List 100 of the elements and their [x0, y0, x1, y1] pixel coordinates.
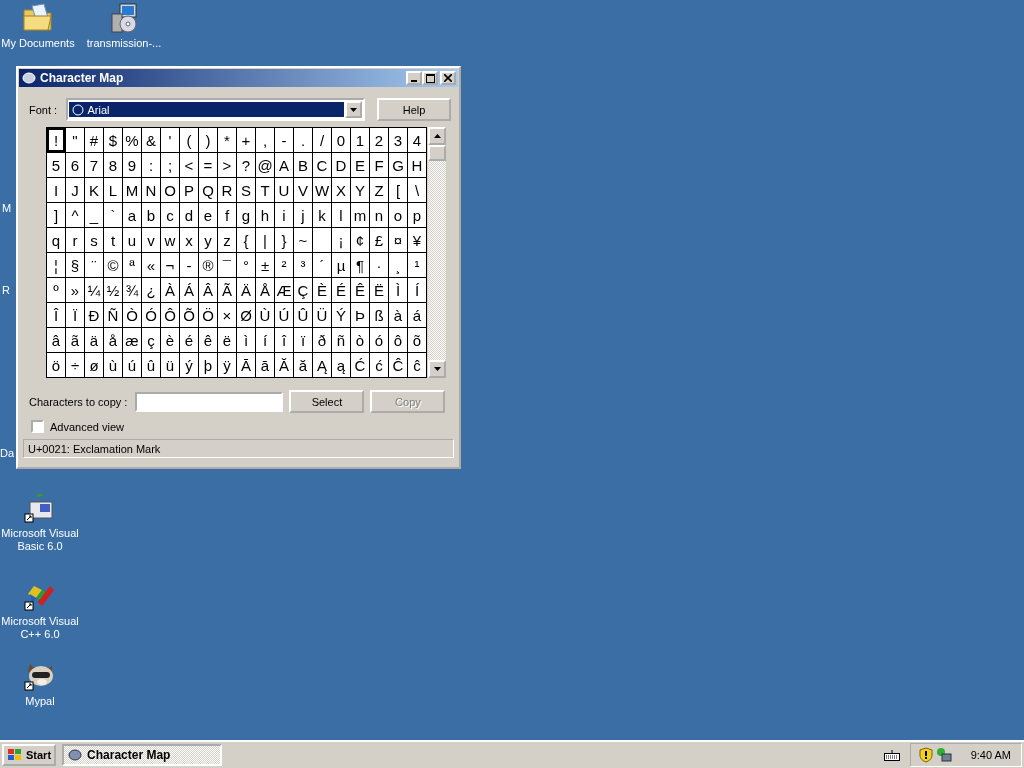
character-cell[interactable]: 5 [47, 153, 65, 177]
character-cell[interactable]: § [66, 253, 84, 277]
character-cell[interactable]: _ [85, 203, 103, 227]
character-cell[interactable]: J [66, 178, 84, 202]
character-cell[interactable]: é [180, 328, 198, 352]
character-cell[interactable]: n [370, 203, 388, 227]
character-cell[interactable]: ` [104, 203, 122, 227]
character-cell[interactable]: Q [199, 178, 217, 202]
character-cell[interactable]: ª [123, 253, 141, 277]
icon-label[interactable]: Microsoft Visual C++ 6.0 [0, 615, 80, 641]
character-cell[interactable]: £ [370, 228, 388, 252]
character-cell[interactable]: Ç [294, 278, 312, 302]
character-cell[interactable]: H [408, 153, 426, 177]
character-cell[interactable]: ë [218, 328, 236, 352]
character-cell[interactable]: C [313, 153, 331, 177]
character-cell[interactable]: Ä [237, 278, 255, 302]
character-cell[interactable]: Ü [313, 303, 331, 327]
character-cell[interactable]: ĉ [408, 353, 426, 377]
character-cell[interactable]: Ð [85, 303, 103, 327]
icon-label[interactable]: R [2, 284, 10, 297]
character-cell[interactable]: × [218, 303, 236, 327]
character-cell[interactable]: á [408, 303, 426, 327]
character-cell[interactable]: ß [370, 303, 388, 327]
character-cell[interactable]: Ĉ [389, 353, 407, 377]
character-cell[interactable]: Û [294, 303, 312, 327]
character-cell[interactable]: i [275, 203, 293, 227]
character-cell[interactable]: ¼ [85, 278, 103, 302]
character-cell[interactable]: A [275, 153, 293, 177]
character-cell[interactable]: K [85, 178, 103, 202]
character-cell[interactable]: Þ [351, 303, 369, 327]
character-cell[interactable]: x [180, 228, 198, 252]
character-cell[interactable]: > [218, 153, 236, 177]
character-cell[interactable]: X [332, 178, 350, 202]
character-cell[interactable]: ~ [294, 228, 312, 252]
character-cell[interactable]: ( [180, 128, 198, 152]
character-cell[interactable]: Õ [180, 303, 198, 327]
character-cell[interactable]: = [199, 153, 217, 177]
character-cell[interactable]: Ò [123, 303, 141, 327]
character-cell[interactable]: ° [237, 253, 255, 277]
character-cell[interactable]: ü [161, 353, 179, 377]
character-cell[interactable]: | [256, 228, 274, 252]
advanced-view-label[interactable]: Advanced view [50, 420, 124, 433]
character-cell[interactable]: ÿ [218, 353, 236, 377]
character-cell[interactable]: & [142, 128, 160, 152]
character-cell[interactable]: e [199, 203, 217, 227]
character-cell[interactable]: ¶ [351, 253, 369, 277]
character-cell[interactable]: à [389, 303, 407, 327]
character-cell[interactable]: Ć [351, 353, 369, 377]
character-cell[interactable]: ¥ [408, 228, 426, 252]
character-cell[interactable]: ? [237, 153, 255, 177]
character-cell[interactable]: L [104, 178, 122, 202]
character-cell[interactable]: D [332, 153, 350, 177]
scroll-down-icon[interactable] [433, 367, 441, 371]
character-cell[interactable]: ± [256, 253, 274, 277]
maximize-button[interactable] [422, 71, 438, 85]
character-cell[interactable]: M [123, 178, 141, 202]
character-cell[interactable]: è [161, 328, 179, 352]
icon-label[interactable]: M [2, 202, 12, 215]
character-cell[interactable]: 2 [370, 128, 388, 152]
character-cell[interactable]: + [237, 128, 255, 152]
character-cell[interactable]: , [256, 128, 274, 152]
character-cell[interactable]: c [161, 203, 179, 227]
character-cell[interactable]: r [66, 228, 84, 252]
character-cell[interactable]: ø [85, 353, 103, 377]
character-cell[interactable]: g [237, 203, 255, 227]
character-cell[interactable]: ñ [332, 328, 350, 352]
character-cell[interactable]: Â [199, 278, 217, 302]
character-cell[interactable]: ¾ [123, 278, 141, 302]
start-button[interactable]: Start [2, 744, 57, 766]
character-cell[interactable]: Ã [218, 278, 236, 302]
character-cell[interactable]: ù [104, 353, 122, 377]
character-cell[interactable]: Æ [275, 278, 293, 302]
character-cell[interactable]: 3 [389, 128, 407, 152]
character-cell[interactable]: : [142, 153, 160, 177]
character-cell[interactable]: $ [104, 128, 122, 152]
character-cell[interactable]: ä [85, 328, 103, 352]
character-cell[interactable]: b [142, 203, 160, 227]
character-cell[interactable]: ð [313, 328, 331, 352]
character-cell[interactable]: © [104, 253, 122, 277]
character-cell[interactable]: W [313, 178, 331, 202]
character-cell[interactable]: å [104, 328, 122, 352]
character-cell[interactable] [313, 228, 331, 252]
minimize-button[interactable] [406, 71, 422, 85]
character-cell[interactable]: P [180, 178, 198, 202]
character-cell[interactable]: o [389, 203, 407, 227]
character-cell[interactable]: . [294, 128, 312, 152]
character-cell[interactable]: ą [332, 353, 350, 377]
installer-icon[interactable] [108, 2, 140, 34]
character-cell[interactable]: h [256, 203, 274, 227]
character-cell[interactable]: Î [47, 303, 65, 327]
character-cell[interactable]: O [161, 178, 179, 202]
character-cell[interactable]: F [370, 153, 388, 177]
character-cell[interactable]: ¢ [351, 228, 369, 252]
character-cell[interactable]: @ [256, 153, 274, 177]
character-cell[interactable]: w [161, 228, 179, 252]
character-cell[interactable]: B [294, 153, 312, 177]
character-cell[interactable]: d [180, 203, 198, 227]
character-cell[interactable]: 7 [85, 153, 103, 177]
character-cell[interactable]: " [66, 128, 84, 152]
character-cell[interactable]: 8 [104, 153, 122, 177]
